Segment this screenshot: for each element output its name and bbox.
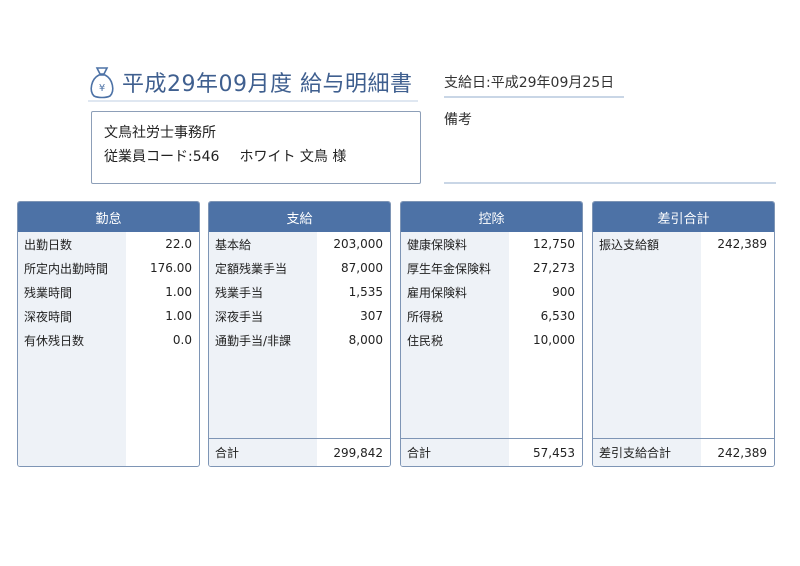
row-value: 27,273: [533, 261, 575, 275]
page-title: 平成29年09月度 給与明細書: [122, 72, 413, 97]
row-value: 203,000: [333, 237, 383, 251]
total-value: 242,389: [717, 445, 767, 460]
row-label: 基本給: [215, 237, 252, 252]
net-panel: 差引合計 振込支給額 242,389 差引支給合計 242,389: [592, 201, 775, 467]
row-value: 22.0: [165, 237, 192, 251]
row-label: 所得税: [407, 309, 444, 324]
row-label: 定額残業手当: [215, 261, 288, 276]
employee-code: 従業員コード:546: [104, 149, 220, 165]
table-row: 所得税 6,530: [401, 304, 582, 328]
table-row: 所定内出勤時間 176.00: [18, 256, 199, 280]
total-label: 合計: [407, 446, 432, 460]
employee-info: 従業員コード:546 ホワイト 文鳥 様: [104, 146, 346, 166]
payment-header: 支給: [209, 202, 390, 232]
row-value: 6,530: [540, 309, 575, 323]
row-value: 8,000: [348, 333, 383, 347]
row-label: 残業時間: [24, 285, 73, 300]
row-label: 住民税: [407, 333, 444, 348]
table-row: 通勤手当/非課 8,000: [209, 328, 390, 352]
row-value: 0.0: [172, 333, 192, 347]
company-name: 文鳥社労士事務所: [104, 125, 216, 141]
deduction-body: 健康保険料 12,750 厚生年金保険料 27,273 雇用保険料 900 所得税 6,…: [401, 232, 582, 440]
net-total-row: 差引支給合計 242,389: [593, 438, 774, 466]
table-row: 厚生年金保険料 27,273: [401, 256, 582, 280]
attendance-body: 出勤日数 22.0 所定内出勤時間 176.00 残業時間 1.00 深夜時間 1.00…: [18, 232, 199, 466]
row-label: 深夜時間: [24, 309, 73, 324]
table-row: 有休残日数 0.0: [18, 328, 199, 352]
row-label: 雇用保険料: [407, 285, 468, 300]
remarks-underline: [444, 182, 776, 184]
table-row: 残業時間 1.00: [18, 280, 199, 304]
row-label: 振込支給額: [599, 237, 660, 252]
row-label: 健康保険料: [407, 237, 468, 252]
pay-date: 支給日:平成29年09月25日: [444, 75, 615, 91]
table-row: 出勤日数 22.0: [18, 232, 199, 256]
attendance-panel: 勤怠 出勤日数 22.0 所定内出勤時間 176.00 残業時間 1.00 深夜時間 1…: [17, 201, 200, 467]
row-label: 厚生年金保険料: [407, 261, 492, 276]
row-label: 出勤日数: [24, 237, 73, 252]
table-row: 残業手当 1,535: [209, 280, 390, 304]
row-label: 残業手当: [215, 285, 264, 300]
table-row: 基本給 203,000: [209, 232, 390, 256]
table-row: 振込支給額 242,389: [593, 232, 774, 256]
svg-text:¥: ¥: [99, 83, 105, 94]
payment-total-row: 合計 299,842: [209, 438, 390, 466]
table-row: 健康保険料 12,750: [401, 232, 582, 256]
deduction-total-row: 合計 57,453: [401, 438, 582, 466]
table-row: 定額残業手当 87,000: [209, 256, 390, 280]
table-row: 住民税 10,000: [401, 328, 582, 352]
remarks-label: 備考: [444, 112, 472, 128]
deduction-panel: 控除 健康保険料 12,750 厚生年金保険料 27,273 雇用保険料 900 所得…: [400, 201, 583, 467]
net-header: 差引合計: [593, 202, 774, 232]
row-value: 900: [552, 285, 575, 299]
row-value: 10,000: [533, 333, 575, 347]
row-value: 176.00: [150, 261, 192, 275]
deduction-header: 控除: [401, 202, 582, 232]
row-value: 1.00: [165, 309, 192, 323]
title-underline: [88, 100, 418, 102]
pay-date-underline: [444, 96, 624, 98]
money-bag-icon: ¥: [90, 67, 114, 99]
total-label: 差引支給合計: [599, 446, 672, 460]
total-value: 57,453: [533, 445, 575, 460]
title-area: ¥ 平成29年09月度 給与明細書: [88, 62, 412, 102]
table-row: 雇用保険料 900: [401, 280, 582, 304]
row-value: 307: [360, 309, 383, 323]
row-value: 1,535: [348, 285, 383, 299]
company-box: 文鳥社労士事務所 従業員コード:546 ホワイト 文鳥 様: [91, 111, 421, 184]
row-value: 242,389: [717, 237, 767, 251]
table-row: 深夜手当 307: [209, 304, 390, 328]
employee-name: ホワイト 文鳥 様: [239, 149, 347, 165]
row-label: 有休残日数: [24, 333, 85, 348]
attendance-header: 勤怠: [18, 202, 199, 232]
payment-body: 基本給 203,000 定額残業手当 87,000 残業手当 1,535 深夜手当 30…: [209, 232, 390, 440]
total-label: 合計: [215, 446, 240, 460]
row-value: 87,000: [341, 261, 383, 275]
total-value: 299,842: [333, 445, 383, 460]
row-value: 1.00: [165, 285, 192, 299]
table-row: 深夜時間 1.00: [18, 304, 199, 328]
payment-panel: 支給 基本給 203,000 定額残業手当 87,000 残業手当 1,535 深夜手…: [208, 201, 391, 467]
net-body: 振込支給額 242,389: [593, 232, 774, 440]
row-label: 所定内出勤時間: [24, 261, 109, 276]
row-label: 通勤手当/非課: [215, 333, 292, 348]
row-label: 深夜手当: [215, 309, 264, 324]
row-value: 12,750: [533, 237, 575, 251]
